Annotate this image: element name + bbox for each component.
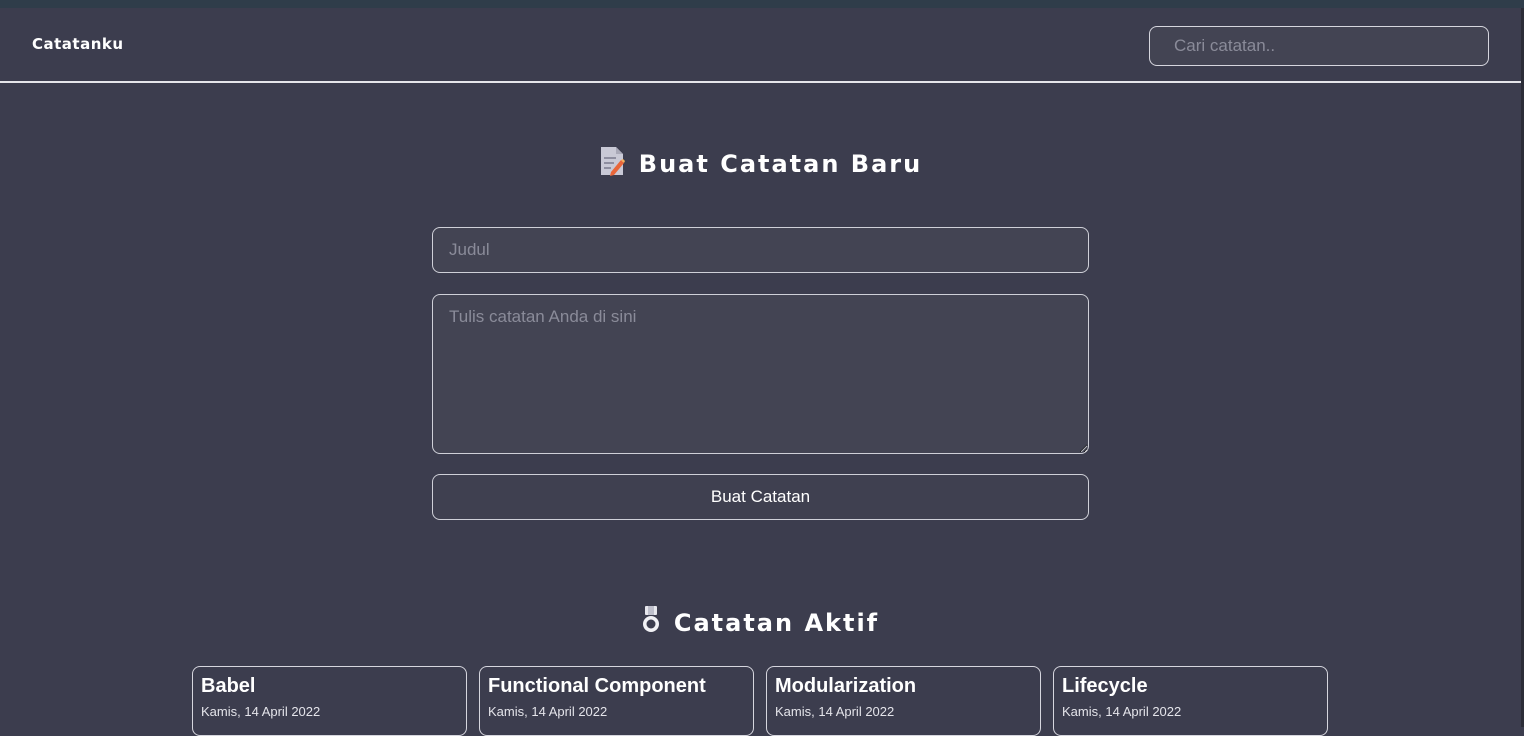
note-card-date: Kamis, 14 April 2022 xyxy=(1062,704,1182,719)
note-card-date: Kamis, 14 April 2022 xyxy=(201,704,321,719)
note-card-title: Functional Component xyxy=(488,675,706,697)
note-card-title: Modularization xyxy=(775,675,917,697)
memo-icon xyxy=(599,146,625,182)
note-card[interactable]: Modularization Kamis, 14 April 2022 xyxy=(766,666,1041,736)
create-note-heading: Buat Catatan Baru xyxy=(0,146,1521,182)
note-card-title: Babel xyxy=(201,675,256,697)
app-header: Catatanku xyxy=(0,8,1521,83)
create-note-button[interactable]: Buat Catatan xyxy=(432,474,1089,520)
active-notes-heading: Catatan Aktif xyxy=(0,606,1521,640)
note-card[interactable]: Babel Kamis, 14 April 2022 xyxy=(192,666,467,736)
create-note-title: Buat Catatan Baru xyxy=(638,150,923,178)
note-card-date: Kamis, 14 April 2022 xyxy=(488,704,608,719)
note-body-textarea[interactable] xyxy=(432,294,1089,454)
notes-list: Babel Kamis, 14 April 2022 Functional Co… xyxy=(192,666,1329,736)
note-card-title: Lifecycle xyxy=(1062,675,1148,697)
medal-icon xyxy=(642,606,660,640)
note-card[interactable]: Functional Component Kamis, 14 April 202… xyxy=(479,666,754,736)
search-input[interactable] xyxy=(1149,26,1489,66)
brand-logo[interactable]: Catatanku xyxy=(32,35,124,53)
note-card-date: Kamis, 14 April 2022 xyxy=(775,704,895,719)
note-card[interactable]: Lifecycle Kamis, 14 April 2022 xyxy=(1053,666,1328,736)
active-notes-title: Catatan Aktif xyxy=(673,609,880,637)
note-title-input[interactable] xyxy=(432,227,1089,273)
window-top-strip xyxy=(0,0,1524,8)
